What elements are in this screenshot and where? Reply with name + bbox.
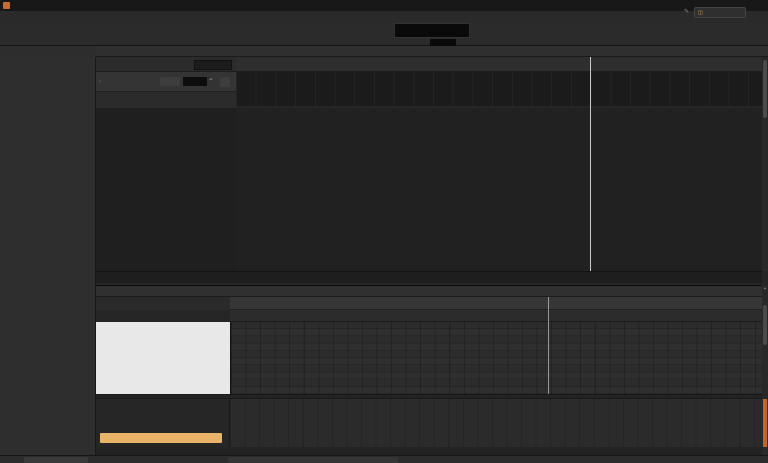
track-inspector <box>0 57 96 455</box>
tempo-display[interactable] <box>430 39 456 46</box>
time-display <box>394 23 470 39</box>
trackview-hscrollbar[interactable] <box>96 271 762 283</box>
tempo-track-icon: ♩ <box>99 78 104 84</box>
tempo-value-field[interactable] <box>183 77 207 86</box>
meter-display[interactable] <box>460 39 474 46</box>
tap-tempo-button[interactable] <box>160 77 180 86</box>
tempo-track-strip: ♩ ▴▾ <box>96 72 236 92</box>
zoom-in-icon[interactable]: + <box>762 286 768 292</box>
velocity-lane-label[interactable] <box>100 433 222 443</box>
pianoroll-ruler-spacer <box>96 297 230 310</box>
cakewalk-window: ✎ ◫ ♩ ▴▾ <box>0 0 768 463</box>
pianoroll-menubar <box>96 285 768 297</box>
pianoroll-view-tab[interactable] <box>228 457 398 463</box>
pencil-icon[interactable]: ✎ <box>684 8 689 15</box>
arranger-tab[interactable]: ◫ <box>694 7 746 18</box>
trackview-header <box>96 57 236 72</box>
tempo-strip-spacer <box>96 92 236 108</box>
piano-keyboard[interactable] <box>96 322 230 394</box>
controller-lane-header <box>96 399 230 447</box>
velocity-lane[interactable] <box>230 399 762 447</box>
selection-module <box>584 23 646 45</box>
control-bar <box>0 22 768 46</box>
track-filter-dropdown[interactable] <box>194 60 232 70</box>
menu-bar <box>0 11 768 22</box>
title-bar <box>0 0 768 11</box>
trackview-vscrollbar[interactable] <box>762 57 768 271</box>
vscroll-thumb[interactable] <box>763 305 767 345</box>
add-tempo-button[interactable] <box>220 77 230 87</box>
trackview-menu <box>96 46 768 57</box>
clips-pane[interactable] <box>236 108 762 271</box>
track-list <box>96 108 236 271</box>
timeline-ruler[interactable] <box>236 57 762 72</box>
articulation-lane[interactable] <box>230 310 762 322</box>
trackview-toolbar <box>0 46 96 57</box>
status-bar <box>0 455 768 463</box>
app-icon <box>3 2 10 9</box>
display-button[interactable] <box>24 457 88 463</box>
pianoroll-tabs <box>96 447 762 455</box>
now-time-display[interactable] <box>100 58 164 71</box>
pianoroll-vscrollbar[interactable]: + <box>762 285 768 455</box>
articulation-lane-spacer <box>96 310 230 322</box>
note-grid[interactable] <box>230 322 762 394</box>
playhead[interactable] <box>590 57 591 271</box>
tempo-stepper[interactable]: ▴▾ <box>208 77 214 86</box>
lane-zoom-indicator[interactable] <box>763 399 767 447</box>
pianoroll-playhead[interactable] <box>548 297 549 394</box>
tempo-envelope-lane[interactable] <box>236 72 762 106</box>
pianoroll-ruler[interactable] <box>230 297 762 310</box>
vscroll-thumb[interactable] <box>763 60 767 118</box>
arranger-icon: ◫ <box>698 10 703 16</box>
